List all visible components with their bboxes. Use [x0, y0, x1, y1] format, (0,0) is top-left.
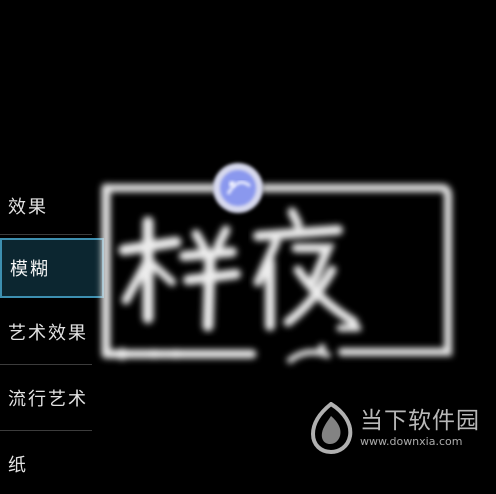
seal-icon: [213, 163, 263, 213]
site-watermark: 当下软件园 www.downxia.com: [308, 398, 494, 458]
effect-item-paper[interactable]: 纸: [0, 434, 92, 494]
menu-divider: [0, 234, 92, 235]
effect-category-menu: 效果 模糊 艺术效果 流行艺术 纸: [0, 176, 104, 476]
effect-item-effects[interactable]: 效果: [0, 176, 92, 236]
effect-item-label: 艺术效果: [8, 323, 88, 344]
effect-item-label: 模糊: [10, 259, 50, 280]
effect-item-blur[interactable]: 模糊: [0, 238, 104, 298]
effect-item-label: 效果: [8, 197, 48, 218]
menu-divider: [0, 364, 92, 365]
effect-item-label: 流行艺术: [8, 389, 88, 410]
calligraphy-char-2: [253, 207, 362, 332]
blurred-preview-image: [92, 150, 470, 378]
watermark-logo-icon: [310, 402, 353, 454]
effect-item-pop-art[interactable]: 流行艺术: [0, 368, 92, 428]
effect-item-artistic[interactable]: 艺术效果: [0, 302, 92, 362]
watermark-site-name: 当下软件园: [360, 408, 480, 434]
frame-border: [101, 183, 452, 365]
menu-divider: [0, 430, 92, 431]
watermark-url: www.downxia.com: [360, 435, 463, 448]
effect-item-label: 纸: [8, 455, 28, 476]
calligraphy-char-1: [118, 216, 241, 332]
